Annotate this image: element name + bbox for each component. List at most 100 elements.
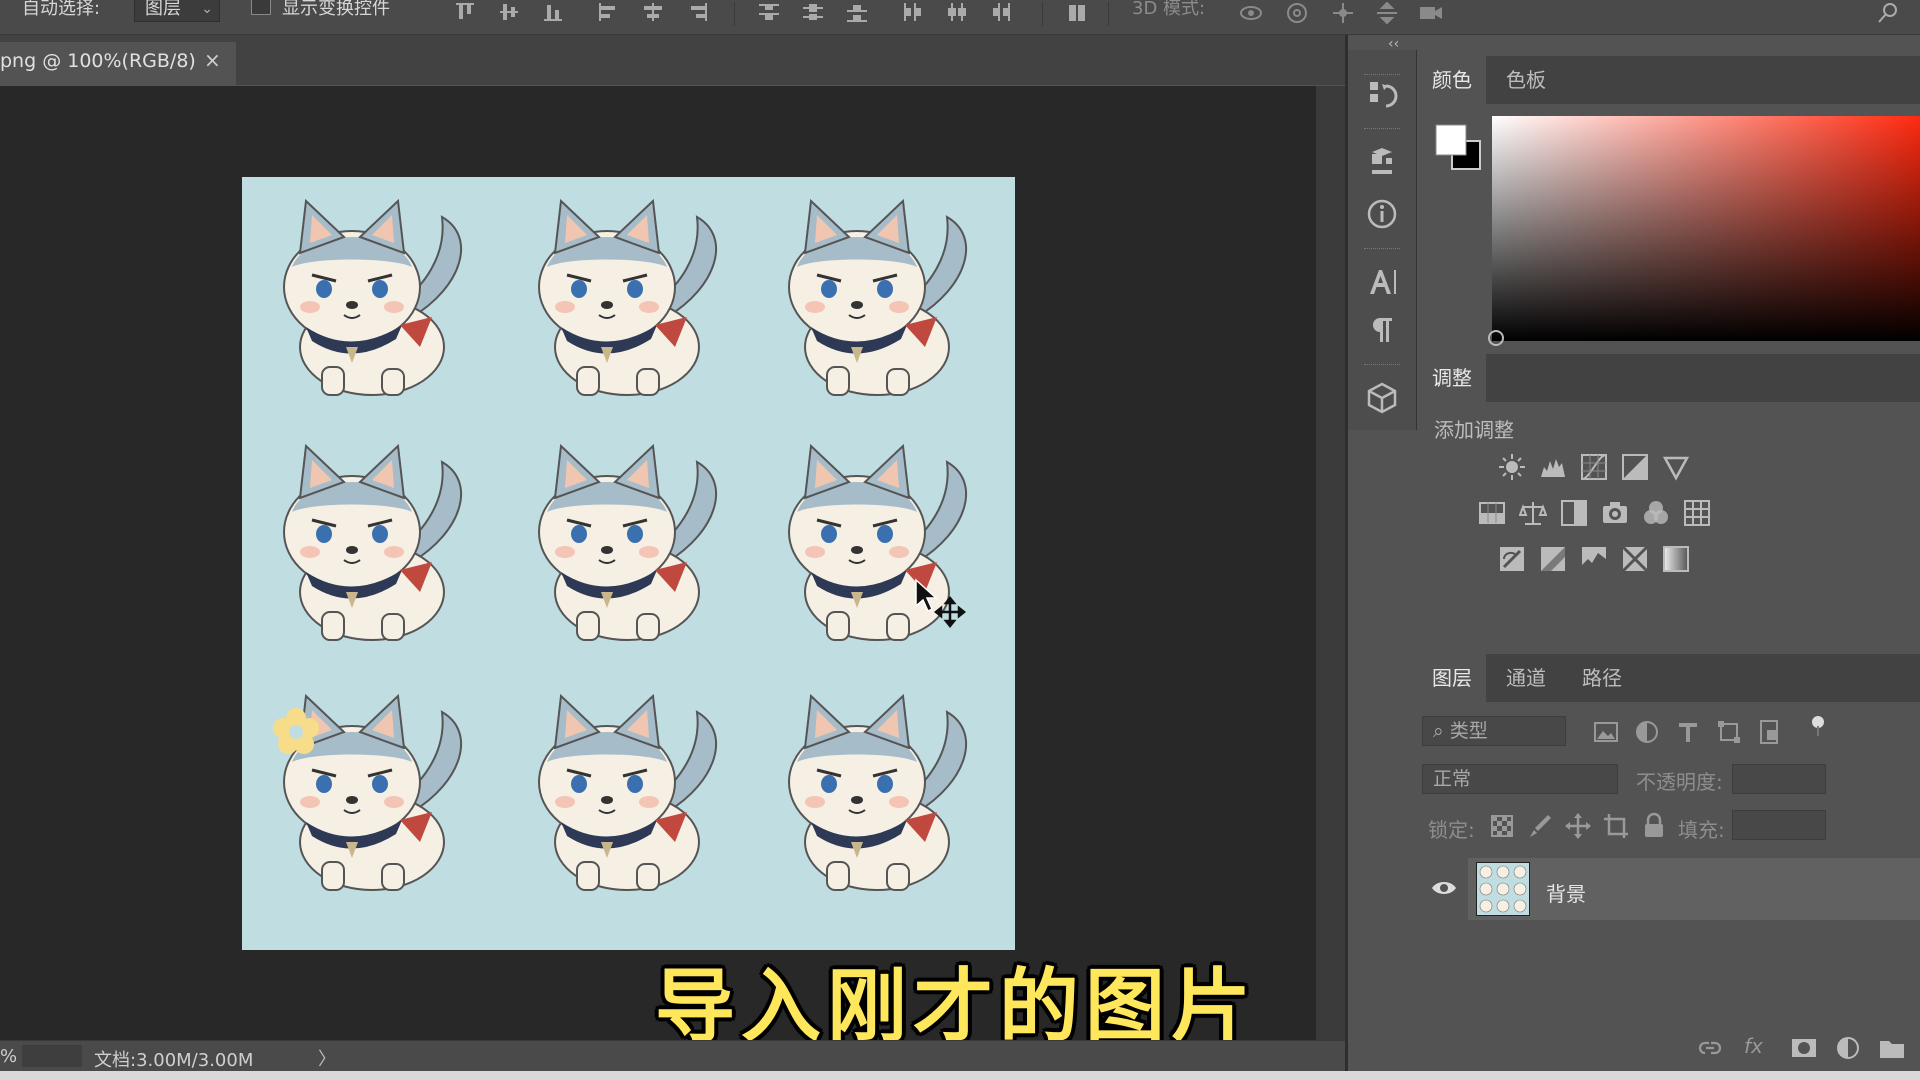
- opacity-label: 不透明度:: [1636, 770, 1723, 794]
- 3d-camera-icon[interactable]: [1418, 2, 1444, 24]
- history-icon[interactable]: [1364, 78, 1400, 114]
- lock-label: 锁定:: [1428, 818, 1475, 842]
- tab-color[interactable]: 颜色: [1418, 56, 1486, 104]
- lock-image-pixels-icon[interactable]: [1526, 812, 1554, 840]
- link-layers-icon[interactable]: [1696, 1034, 1724, 1062]
- posterize-icon[interactable]: [1539, 545, 1567, 573]
- color-spectrum-picker[interactable]: [1492, 116, 1920, 341]
- layers-panel-header: 图层 通道 路径: [1418, 654, 1920, 702]
- brightness-icon[interactable]: [1498, 453, 1526, 481]
- tab-channels[interactable]: 通道: [1492, 654, 1560, 702]
- hue-saturation-icon[interactable]: [1478, 499, 1506, 527]
- paragraph-icon[interactable]: [1364, 312, 1400, 348]
- lock-artboard-icon[interactable]: [1602, 812, 1630, 840]
- layer-thumbnail[interactable]: [1476, 862, 1530, 916]
- lock-position-icon[interactable]: [1564, 812, 1592, 840]
- 3d-slide-icon[interactable]: [1374, 2, 1400, 24]
- distribute-hcenter-icon[interactable]: [944, 2, 970, 24]
- add-adjustment-label: 添加调整: [1434, 418, 1514, 442]
- layer-filter-kind-dropdown[interactable]: ⌕ 类型: [1422, 716, 1566, 746]
- options-bar: 自动选择: 图层 ⌄ 显示变换控件 3D 模式:: [0, 0, 1920, 35]
- move-tool-cursor-icon: [915, 578, 967, 628]
- document-tab-title: png @ 100%(RGB/8): [0, 50, 196, 72]
- align-vcenter-icon[interactable]: [496, 2, 522, 24]
- align-bottom-icon[interactable]: [540, 2, 566, 24]
- 3d-properties-icon[interactable]: [1364, 146, 1400, 182]
- layer-name[interactable]: 背景: [1546, 878, 1586, 907]
- taskbar-edge: [0, 1071, 1920, 1080]
- distribute-top-icon[interactable]: [756, 2, 782, 24]
- character-icon[interactable]: [1364, 264, 1400, 300]
- layer-thumbnail-image: [1479, 865, 1527, 913]
- opacity-input[interactable]: [1732, 764, 1826, 794]
- filter-type-layer-icon[interactable]: [1674, 718, 1702, 746]
- photo-filter-icon[interactable]: [1601, 499, 1629, 527]
- vibrance-icon[interactable]: [1662, 453, 1690, 481]
- document-tab[interactable]: png @ 100%(RGB/8) ×: [0, 42, 236, 86]
- auto-align-icon[interactable]: [1064, 2, 1090, 24]
- threshold-icon[interactable]: [1580, 545, 1608, 573]
- align-left-icon[interactable]: [596, 2, 622, 24]
- distribute-bottom-icon[interactable]: [844, 2, 870, 24]
- eye-visibility-icon[interactable]: [1430, 876, 1458, 900]
- 3d-orbit-icon[interactable]: [1238, 2, 1264, 24]
- tab-layers[interactable]: 图层: [1418, 654, 1486, 702]
- layer-filter-kind-value: 类型: [1449, 720, 1488, 742]
- filter-pixel-layer-icon[interactable]: [1592, 718, 1620, 746]
- curves-icon[interactable]: [1580, 453, 1608, 481]
- distribute-left-icon[interactable]: [900, 2, 926, 24]
- status-bar: % 文档:3.00M/3.00M 〉: [0, 1040, 1345, 1072]
- add-mask-icon[interactable]: [1790, 1034, 1818, 1062]
- filter-shape-layer-icon[interactable]: [1715, 718, 1743, 746]
- status-menu-arrow-icon[interactable]: 〉: [318, 1045, 336, 1071]
- search-icon[interactable]: [1876, 2, 1902, 24]
- filter-smart-object-icon[interactable]: [1756, 718, 1784, 746]
- tab-paths[interactable]: 路径: [1568, 654, 1636, 702]
- color-balance-icon[interactable]: [1519, 499, 1547, 527]
- 3d-pan-icon[interactable]: [1330, 2, 1356, 24]
- mode-3d-label: 3D 模式:: [1132, 0, 1206, 19]
- lock-all-icon[interactable]: [1640, 812, 1668, 840]
- layer-row[interactable]: [1468, 858, 1920, 920]
- align-top-icon[interactable]: [452, 2, 478, 24]
- 3d-cube-icon[interactable]: [1364, 380, 1400, 416]
- blend-mode-value: 正常: [1433, 768, 1472, 790]
- close-icon[interactable]: ×: [204, 48, 221, 72]
- layer-effects-icon[interactable]: fx: [1744, 1034, 1763, 1058]
- strip-grip[interactable]: [1364, 128, 1400, 132]
- levels-icon[interactable]: [1539, 453, 1567, 481]
- distribute-right-icon[interactable]: [988, 2, 1014, 24]
- new-group-folder-icon[interactable]: [1878, 1034, 1906, 1062]
- selective-color-icon[interactable]: [1621, 545, 1649, 573]
- blend-mode-dropdown[interactable]: 正常: [1422, 764, 1618, 794]
- lock-transparent-pixels-icon[interactable]: [1488, 812, 1516, 840]
- channel-mixer-icon[interactable]: [1642, 499, 1670, 527]
- zoom-level[interactable]: %: [0, 1046, 17, 1067]
- filter-adjustment-layer-icon[interactable]: [1633, 718, 1661, 746]
- zoom-field[interactable]: [22, 1045, 82, 1067]
- invert-icon[interactable]: [1498, 545, 1526, 573]
- show-transform-checkbox[interactable]: [251, 0, 271, 15]
- exposure-icon[interactable]: [1621, 453, 1649, 481]
- tab-swatches[interactable]: 色板: [1492, 56, 1560, 104]
- 3d-roll-icon[interactable]: [1284, 2, 1310, 24]
- strip-grip[interactable]: [1364, 248, 1400, 252]
- black-white-icon[interactable]: [1560, 499, 1588, 527]
- fill-input[interactable]: [1732, 810, 1826, 840]
- align-hcenter-icon[interactable]: [640, 2, 666, 24]
- strip-grip[interactable]: [1364, 364, 1400, 368]
- color-lookup-icon[interactable]: [1683, 499, 1711, 527]
- vertical-scrollbar[interactable]: [1316, 86, 1345, 1040]
- gradient-map-icon[interactable]: [1662, 545, 1690, 573]
- align-right-icon[interactable]: [684, 2, 710, 24]
- auto-select-dropdown[interactable]: 图层 ⌄: [134, 0, 220, 22]
- color-picker-handle[interactable]: [1488, 330, 1504, 346]
- auto-select-value: 图层: [145, 0, 181, 19]
- new-adjustment-layer-icon[interactable]: [1834, 1034, 1862, 1062]
- info-icon[interactable]: [1364, 196, 1400, 232]
- distribute-vcenter-icon[interactable]: [800, 2, 826, 24]
- tab-adjustments[interactable]: 调整: [1418, 354, 1486, 402]
- filter-toggle-icon[interactable]: [1810, 714, 1826, 738]
- document-canvas-image[interactable]: [242, 177, 1015, 950]
- foreground-background-swatch[interactable]: [1434, 123, 1482, 171]
